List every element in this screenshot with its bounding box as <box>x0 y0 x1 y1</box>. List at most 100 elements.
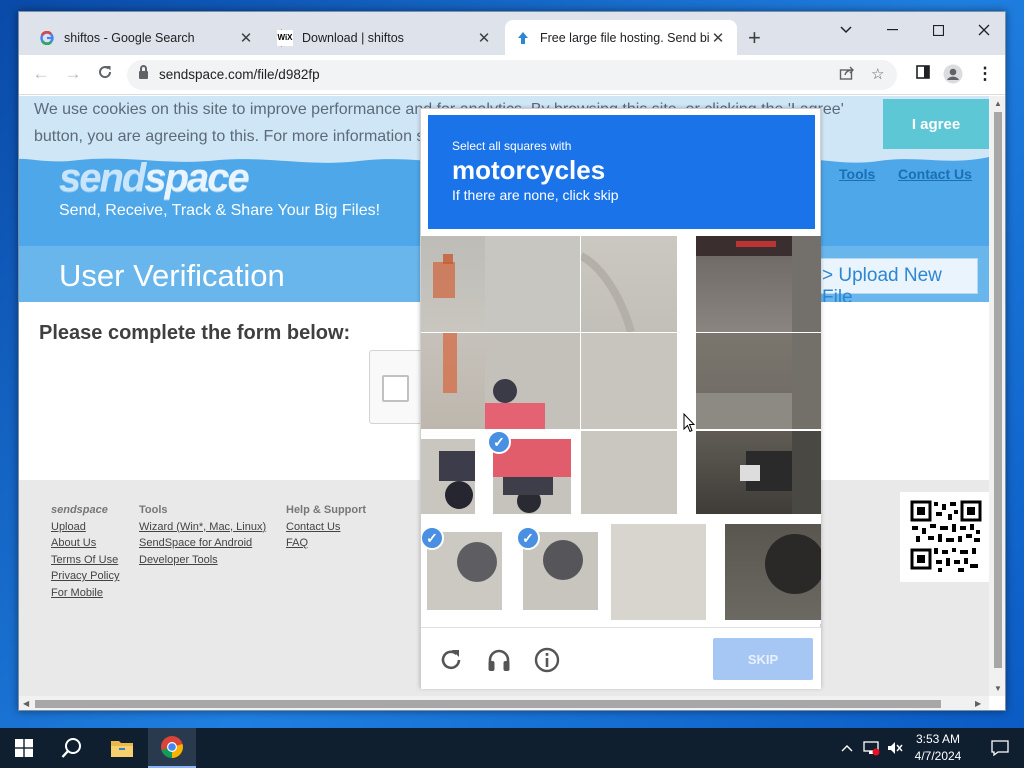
upload-new-file-button[interactable]: > Upload New File <box>818 258 978 308</box>
form-prompt: Please complete the form below: <box>39 322 351 344</box>
captcha-tile[interactable] <box>421 333 485 429</box>
chevron-up-icon[interactable] <box>836 728 858 768</box>
clock-date: 4/7/2024 <box>914 749 962 763</box>
captcha-tile[interactable] <box>792 431 821 514</box>
captcha-image-grid: ✓ ✓ ✓ <box>421 236 821 624</box>
vertical-scrollbar[interactable]: ▲ ▼ <box>989 96 1005 696</box>
selected-check-icon: ✓ <box>487 430 511 454</box>
windows-start-icon[interactable] <box>0 728 48 768</box>
info-icon[interactable] <box>533 646 561 674</box>
side-panel-icon[interactable] <box>911 64 935 86</box>
footer-link[interactable]: Terms Of Use <box>51 552 119 569</box>
sendspace-logo[interactable]: sendspace <box>59 156 250 201</box>
footer-link[interactable]: FAQ <box>286 535 366 552</box>
profile-avatar-icon[interactable] <box>941 64 965 86</box>
skip-button[interactable]: SKIP <box>713 638 813 680</box>
captcha-tile[interactable] <box>696 236 792 332</box>
captcha-challenge: Select all squares with motorcycles If t… <box>420 108 821 689</box>
tab-search-icon[interactable] <box>823 16 869 44</box>
close-tab-icon[interactable]: ✕ <box>237 29 255 47</box>
captcha-tile[interactable] <box>485 333 580 429</box>
close-tab-icon[interactable]: ✕ <box>709 29 727 47</box>
scroll-thumb[interactable] <box>35 700 941 708</box>
footer-col-help: Help & Support Contact Us FAQ <box>286 502 366 552</box>
captcha-tile[interactable] <box>579 236 677 334</box>
scroll-down-icon[interactable]: ▼ <box>994 684 1002 693</box>
audio-challenge-icon[interactable] <box>485 646 513 674</box>
maximize-icon[interactable] <box>915 16 961 44</box>
wix-icon: WiX <box>277 29 293 46</box>
captcha-tile[interactable] <box>581 431 677 514</box>
footer-col-sendspace: sendspace Upload About Us Terms Of Use P… <box>51 502 119 601</box>
minimize-icon[interactable] <box>869 16 915 44</box>
menu-kebab-icon[interactable]: ⋮ <box>973 64 997 86</box>
captcha-tile[interactable] <box>725 524 821 620</box>
recaptcha-checkbox[interactable] <box>382 375 409 402</box>
new-tab-icon[interactable]: + <box>748 25 761 51</box>
bookmark-star-icon[interactable]: ☆ <box>871 65 884 83</box>
reload-icon[interactable] <box>93 64 117 86</box>
horizontal-scrollbar[interactable]: ◀ ▶ <box>19 696 989 710</box>
url-text[interactable]: sendspace.com/file/d982fp <box>159 67 320 82</box>
tab-title: shiftos - Google Search <box>64 30 195 45</box>
footer-link[interactable]: For Mobile <box>51 585 119 602</box>
google-icon <box>39 30 55 46</box>
selected-check-icon: ✓ <box>421 526 444 550</box>
tab-title: Download | shiftos <box>302 30 404 45</box>
close-tab-icon[interactable]: ✕ <box>475 29 493 47</box>
reload-challenge-icon[interactable] <box>437 646 465 674</box>
captcha-tile[interactable] <box>792 236 821 332</box>
footer-link[interactable]: Privacy Policy <box>51 568 119 585</box>
footer-link[interactable]: Upload <box>51 519 119 536</box>
agree-button[interactable]: I agree <box>883 99 989 149</box>
notifications-icon[interactable] <box>976 728 1024 768</box>
captcha-footer: SKIP <box>421 627 821 689</box>
close-window-icon[interactable] <box>961 16 1005 44</box>
lock-icon <box>139 65 148 80</box>
network-icon[interactable] <box>860 728 882 768</box>
captcha-tile[interactable] <box>485 236 580 332</box>
captcha-target: motorcycles <box>452 155 606 185</box>
nav-link-tools[interactable]: Tools <box>839 166 875 182</box>
captcha-tile[interactable] <box>421 439 475 514</box>
back-icon[interactable]: ← <box>29 64 53 86</box>
volume-muted-icon[interactable] <box>884 728 906 768</box>
footer-col-tools: Tools Wizard (Win*, Mac, Linux) SendSpac… <box>139 502 266 568</box>
tab-download-shiftos[interactable]: WiX Download | shiftos ✕ <box>267 20 503 55</box>
captcha-tile[interactable] <box>581 333 677 429</box>
scroll-left-icon[interactable]: ◀ <box>23 699 29 708</box>
share-icon[interactable] <box>839 65 855 85</box>
system-clock[interactable]: 3:53 AM 4/7/2024 <box>905 731 971 765</box>
scroll-thumb[interactable] <box>994 112 1002 668</box>
captcha-tile[interactable] <box>421 236 485 332</box>
tagline: Send, Receive, Track & Share Your Big Fi… <box>59 202 381 219</box>
footer-link[interactable]: SendSpace for Android <box>139 535 266 552</box>
nav-link-contact[interactable]: Contact Us <box>898 166 972 182</box>
page-title: User Verification <box>59 258 285 293</box>
footer-link[interactable]: Wizard (Win*, Mac, Linux) <box>139 519 266 536</box>
tab-sendspace[interactable]: Free large file hosting. Send big ✕ <box>505 20 737 55</box>
address-toolbar: ← → sendspace.com/file/d982fp ☆ ⋮ <box>19 55 1005 95</box>
scroll-right-icon[interactable]: ▶ <box>975 699 981 708</box>
clock-time: 3:53 AM <box>915 732 961 746</box>
chrome-taskbar-icon[interactable] <box>148 728 196 768</box>
search-icon[interactable] <box>48 728 96 768</box>
tab-google-search[interactable]: shiftos - Google Search ✕ <box>29 20 265 55</box>
footer-link[interactable]: Contact Us <box>286 519 366 536</box>
selected-check-icon: ✓ <box>516 526 540 550</box>
captcha-tile[interactable] <box>696 333 792 429</box>
captcha-hint: If there are none, click skip <box>452 187 619 203</box>
mouse-cursor-icon <box>683 413 695 433</box>
footer-link[interactable]: About Us <box>51 535 119 552</box>
scroll-up-icon[interactable]: ▲ <box>994 99 1002 108</box>
file-explorer-icon[interactable] <box>98 728 146 768</box>
footer-link[interactable]: Developer Tools <box>139 552 266 569</box>
forward-icon[interactable]: → <box>61 64 85 86</box>
address-bar[interactable]: sendspace.com/file/d982fp ☆ <box>127 60 897 90</box>
captcha-tile[interactable] <box>696 431 792 514</box>
captcha-tile[interactable] <box>611 524 706 620</box>
captcha-header: Select all squares with motorcycles If t… <box>428 115 815 229</box>
sendspace-icon <box>515 30 531 46</box>
captcha-instruction: Select all squares with <box>452 139 572 153</box>
captcha-tile[interactable] <box>792 333 821 429</box>
